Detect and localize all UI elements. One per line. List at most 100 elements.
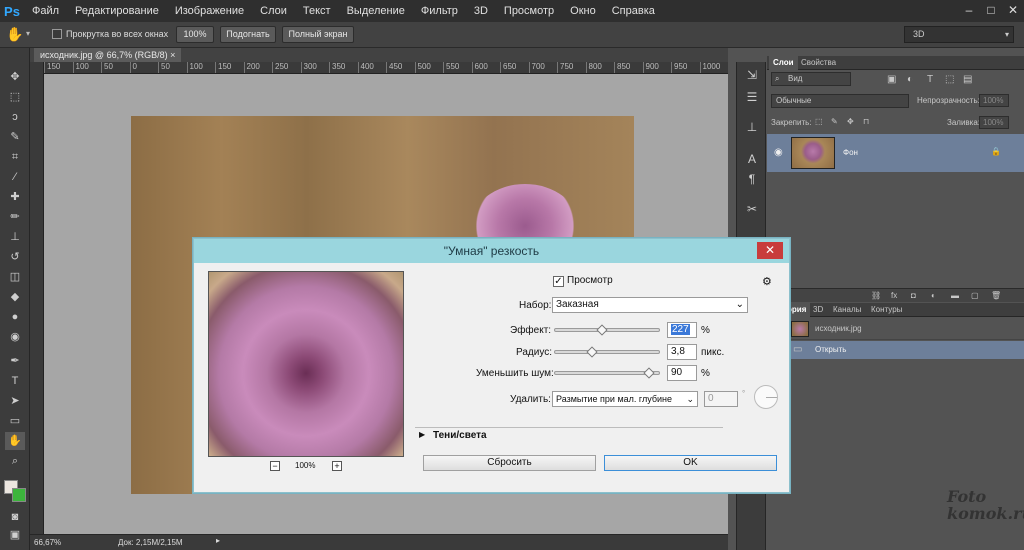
screen-mode-icon[interactable]: ▣ — [5, 526, 25, 544]
quick-mask-icon[interactable]: ◙ — [5, 508, 25, 526]
history-brush-tool-icon[interactable]: ↺ — [5, 248, 25, 266]
eye-icon[interactable]: ◉ — [774, 147, 783, 158]
history-snapshot[interactable]: исходник.jpg — [767, 318, 1024, 340]
brush-tool-icon[interactable]: ✏ — [5, 208, 25, 226]
document-tab[interactable]: исходник.jpg @ 66,7% (RGB/8) × — [34, 48, 182, 62]
radius-slider-thumb[interactable] — [586, 346, 599, 358]
zoom-tool-icon[interactable]: ⌕ — [5, 452, 25, 470]
menu-edit[interactable]: Редактирование — [67, 0, 167, 22]
background-color-swatch[interactable] — [12, 488, 26, 502]
noise-slider-thumb[interactable] — [642, 367, 655, 379]
lock-brush-icon[interactable]: ✎ — [831, 117, 838, 126]
menu-filter[interactable]: Фильтр — [413, 0, 466, 22]
expand-arrow-icon[interactable]: ▶ — [419, 430, 425, 439]
tool-preset-chevron-icon[interactable]: ▾ — [26, 29, 30, 38]
rectangle-tool-icon[interactable]: ▭ — [5, 412, 25, 430]
gear-icon[interactable]: ⚙ — [762, 275, 772, 288]
filter-type-icon[interactable]: T — [927, 74, 933, 85]
amount-input[interactable]: 227 — [667, 322, 697, 338]
menu-image[interactable]: Изображение — [167, 0, 252, 22]
tool-presets-panel-icon[interactable]: ✂ — [742, 200, 762, 218]
actions-panel-icon[interactable]: ⊥ — [742, 118, 762, 136]
radius-slider[interactable] — [554, 346, 660, 358]
opacity-input[interactable]: 100% — [979, 94, 1009, 107]
menu-layers[interactable]: Слои — [252, 0, 295, 22]
layer-style-icon[interactable]: fx — [891, 291, 897, 300]
ok-button[interactable]: OK — [604, 455, 777, 471]
new-layer-icon[interactable]: ▢ — [971, 291, 979, 300]
tab-channels[interactable]: Каналы — [829, 303, 865, 317]
type-tool-icon[interactable]: T — [5, 372, 25, 390]
character-panel-icon[interactable]: A — [742, 150, 762, 168]
zoom-readout[interactable]: 66,67% — [34, 538, 61, 547]
amount-slider-thumb[interactable] — [596, 324, 608, 336]
zoom-out-button[interactable]: − — [270, 461, 280, 471]
preview-checkbox[interactable]: ✓ — [553, 276, 564, 287]
remove-select[interactable]: Размытие при мал. глубине ⌄ — [552, 391, 698, 407]
eyedropper-tool-icon[interactable]: ⁄ — [5, 168, 25, 186]
menu-help[interactable]: Справка — [604, 0, 663, 22]
menu-type[interactable]: Текст — [295, 0, 339, 22]
maximize-button[interactable]: □ — [980, 0, 1002, 22]
lock-move-icon[interactable]: ✥ — [847, 117, 854, 126]
paragraph-panel-icon[interactable]: ¶ — [742, 170, 762, 188]
lock-pixels-icon[interactable]: ⬚ — [815, 117, 823, 126]
layer-row[interactable]: ◉ Фон 🔒 — [767, 134, 1024, 172]
quick-select-tool-icon[interactable]: ✎ — [5, 128, 25, 146]
noise-slider[interactable] — [554, 367, 660, 379]
zoom-in-button[interactable]: + — [332, 461, 342, 471]
move-tool-icon[interactable]: ✥ — [5, 68, 25, 86]
menu-view[interactable]: Просмотр — [496, 0, 562, 22]
history-panel-icon[interactable]: ⇲ — [742, 66, 762, 84]
minimize-button[interactable]: ‒ — [958, 0, 980, 22]
status-menu-arrow-icon[interactable]: ▸ — [216, 536, 220, 545]
dodge-tool-icon[interactable]: ◉ — [5, 328, 25, 346]
menu-3d[interactable]: 3D — [466, 0, 496, 22]
dialog-close-button[interactable]: ✕ — [757, 242, 783, 259]
fit-screen-button[interactable]: Подогнать — [220, 26, 276, 43]
layer-filter-select[interactable]: ⌕ Вид — [771, 72, 851, 86]
tab-layers[interactable]: Слои — [769, 56, 798, 70]
menu-select[interactable]: Выделение — [339, 0, 413, 22]
filter-pixel-icon[interactable]: ▣ — [887, 74, 896, 85]
new-group-icon[interactable]: ▬ — [951, 291, 959, 300]
clone-stamp-tool-icon[interactable]: ⊥ — [5, 228, 25, 246]
radius-input[interactable]: 3,8 — [667, 344, 697, 360]
path-select-tool-icon[interactable]: ➤ — [5, 392, 25, 410]
amount-slider[interactable] — [554, 324, 660, 336]
fill-input[interactable]: 100% — [979, 116, 1009, 129]
workspace-select[interactable]: 3D ▾ — [904, 26, 1014, 43]
adjustment-layer-icon[interactable]: ◐ — [931, 291, 936, 300]
blend-mode-select[interactable]: Обычные — [771, 94, 909, 108]
scroll-all-checkbox[interactable] — [52, 29, 62, 39]
preset-select[interactable]: Заказная ⌄ — [552, 297, 748, 313]
history-step[interactable]: ▭ Открыть — [767, 341, 1024, 359]
hand-tool-icon[interactable]: ✋ — [5, 432, 25, 450]
zoom-100-button[interactable]: 100% — [176, 26, 214, 43]
marquee-tool-icon[interactable]: ⬚ — [5, 88, 25, 106]
adjustments-panel-icon[interactable]: ☰ — [742, 88, 762, 106]
tab-3d[interactable]: 3D — [809, 303, 827, 317]
paint-bucket-tool-icon[interactable]: ◆ — [5, 288, 25, 306]
delete-layer-icon[interactable]: 🗑 — [991, 291, 1001, 300]
filter-shape-icon[interactable]: ⬚ — [945, 74, 954, 85]
tab-properties[interactable]: Свойства — [797, 56, 840, 70]
noise-input[interactable]: 90 — [667, 365, 697, 381]
eraser-tool-icon[interactable]: ◫ — [5, 268, 25, 286]
pen-tool-icon[interactable]: ✒ — [5, 352, 25, 370]
shadows-highlights-toggle[interactable]: Тени/света — [433, 430, 487, 441]
close-app-button[interactable]: ✕ — [1002, 0, 1024, 22]
link-layers-icon[interactable]: ⛓ — [871, 291, 881, 300]
filter-adjust-icon[interactable]: ◐ — [907, 74, 913, 85]
close-tab-icon[interactable]: × — [170, 50, 175, 60]
filter-smart-icon[interactable]: ▤ — [963, 74, 972, 85]
hand-tool-icon[interactable]: ✋ — [6, 26, 23, 43]
menu-window[interactable]: Окно — [562, 0, 604, 22]
reset-button[interactable]: Сбросить — [423, 455, 596, 471]
lock-all-icon[interactable]: ⊓ — [863, 117, 869, 126]
crop-tool-icon[interactable]: ⌗ — [5, 148, 25, 166]
add-mask-icon[interactable]: ◘ — [911, 291, 916, 300]
tab-paths[interactable]: Контуры — [867, 303, 906, 317]
preview-image[interactable] — [208, 271, 404, 457]
healing-brush-tool-icon[interactable]: ✚ — [5, 188, 25, 206]
